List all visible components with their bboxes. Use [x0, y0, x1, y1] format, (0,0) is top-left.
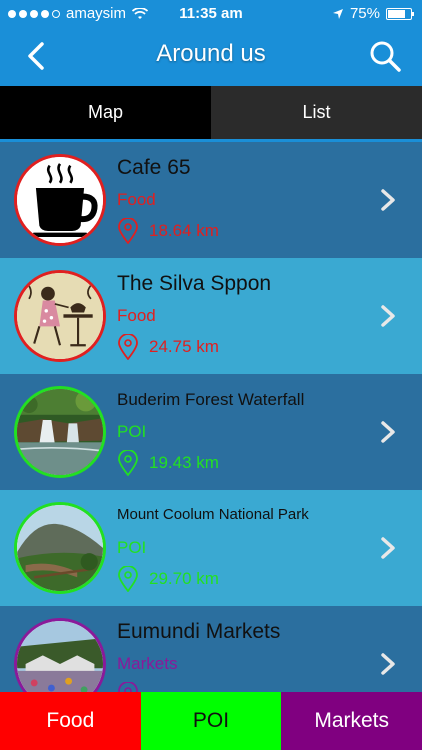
place-distance: 24.75 km [149, 337, 219, 356]
location-pin-icon [118, 334, 138, 360]
place-distance-row [117, 682, 149, 692]
tab-markets[interactable]: Markets [281, 692, 422, 750]
mountain-photo-icon [14, 502, 106, 594]
battery-level [388, 9, 405, 18]
place-category: POI [117, 538, 147, 557]
battery-icon [386, 7, 414, 20]
place-name: Cafe 65 [117, 156, 191, 179]
chevron-right-icon [381, 653, 395, 675]
place-distance-row: 19.43 km [117, 450, 219, 476]
chevron-right-icon [381, 537, 395, 559]
place-distance: 19.43 km [149, 453, 219, 472]
waterfall-photo-icon [14, 386, 106, 478]
chevron-right-icon [381, 421, 395, 443]
search-icon[interactable] [368, 39, 402, 73]
tab-list[interactable]: List [211, 86, 422, 139]
status-right: 75% [332, 5, 414, 22]
battery-percent: 75% [349, 5, 380, 22]
tab-food[interactable]: Food [0, 692, 141, 750]
location-pin-icon [118, 566, 138, 592]
place-distance-row: 18.64 km [117, 218, 219, 244]
place-distance-row: 24.75 km [117, 334, 219, 360]
chevron-right-icon [381, 305, 395, 327]
category-tab-bar: Food POI Markets [0, 692, 422, 750]
place-row[interactable]: Eumundi Markets Markets [0, 606, 422, 692]
view-toggle: Map List [0, 86, 422, 142]
place-distance: 18.64 km [149, 221, 219, 240]
page-title: Around us [156, 40, 266, 67]
location-pin-icon [118, 450, 138, 476]
tab-poi[interactable]: POI [140, 692, 282, 750]
location-pin-icon [118, 218, 138, 244]
status-bar: amaysim 11:35 am 75% [0, 0, 422, 28]
place-distance: 29.70 km [149, 569, 219, 588]
place-category: Food [117, 306, 156, 325]
place-row[interactable]: The Silva Sppon Food 24.75 km [0, 258, 422, 374]
location-arrow-icon [332, 8, 343, 19]
place-row[interactable]: Cafe 65 Food 18.64 km [0, 142, 422, 258]
place-row[interactable]: Buderim Forest Waterfall POI 19.43 km [0, 374, 422, 490]
tab-map[interactable]: Map [0, 86, 211, 139]
place-name: Mount Coolum National Park [117, 506, 309, 523]
place-name: Eumundi Markets [117, 620, 281, 643]
place-category: POI [117, 422, 147, 441]
tea-lady-icon [14, 270, 106, 362]
place-row[interactable]: Mount Coolum National Park POI 29.70 km [0, 490, 422, 606]
chevron-right-icon [381, 189, 395, 211]
place-name: The Silva Sppon [117, 272, 272, 295]
place-category: Food [117, 190, 156, 209]
location-pin-icon [118, 682, 138, 692]
place-category: Markets [117, 654, 178, 673]
coffee-cup-icon [14, 154, 106, 246]
nav-bar: Around us [0, 28, 422, 86]
place-name: Buderim Forest Waterfall [117, 390, 305, 409]
place-distance-row: 29.70 km [117, 566, 219, 592]
places-list: Cafe 65 Food 18.64 km The Silva Sppon Fo… [0, 142, 422, 692]
markets-photo-icon [14, 618, 106, 692]
